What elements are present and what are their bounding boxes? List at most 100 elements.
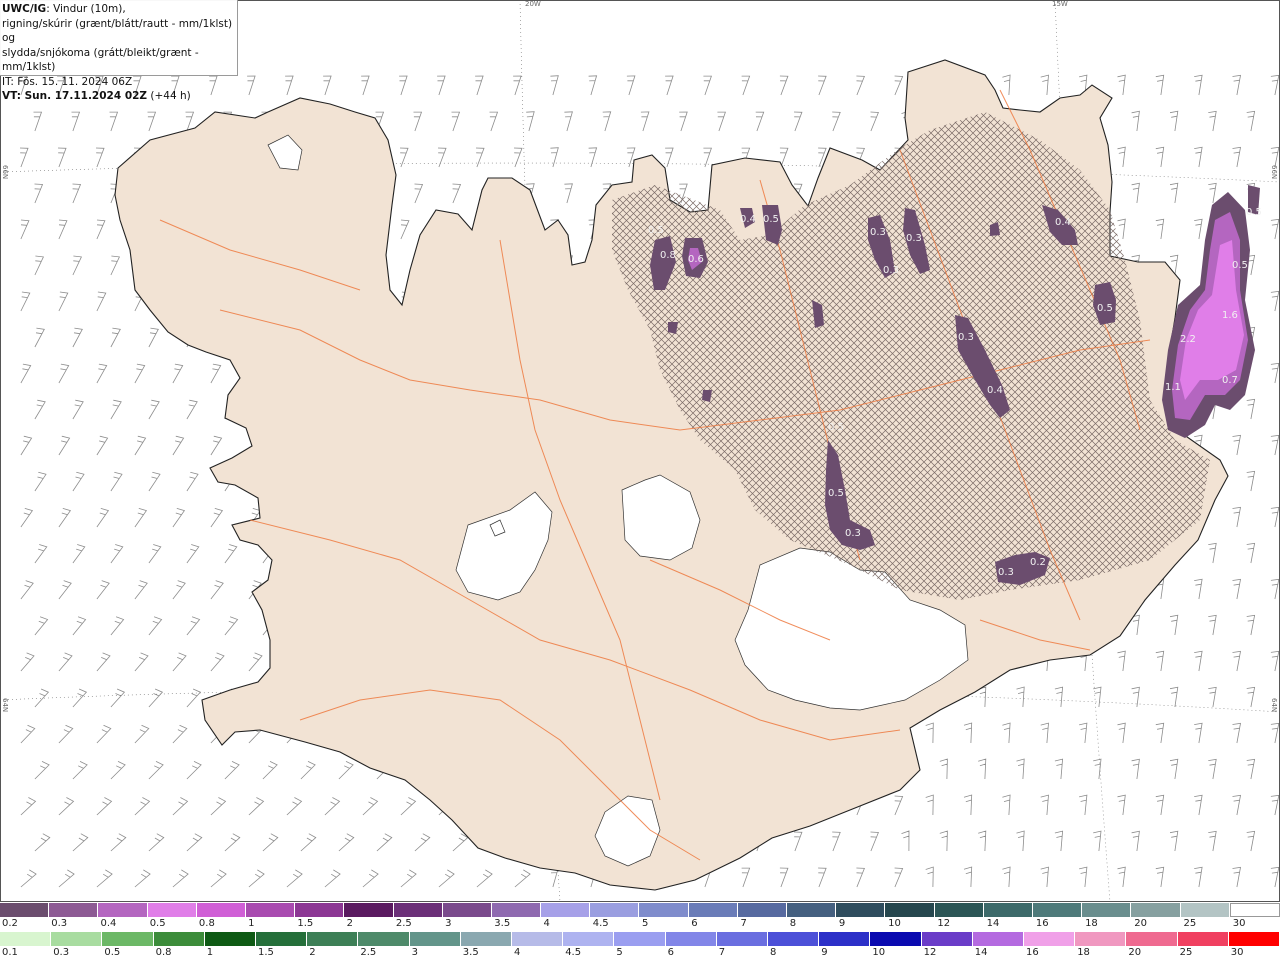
precip-value: 0.4 bbox=[1055, 217, 1071, 228]
info-valid-time: Sun. 17.11.2024 02Z bbox=[20, 90, 148, 102]
precip-value: 0.3 bbox=[906, 233, 922, 244]
precip-value: 0.3 bbox=[958, 332, 974, 343]
legend-swatch bbox=[460, 932, 513, 946]
legend-label: 18 bbox=[1077, 947, 1090, 958]
legend-rain-colorbar bbox=[0, 932, 1280, 946]
legend-swatch bbox=[541, 903, 591, 917]
legend-swatch bbox=[204, 932, 257, 946]
legend-swatch bbox=[921, 932, 973, 946]
info-init-time: IT: Fös. 15. 11. 2024 06Z bbox=[2, 75, 133, 88]
precip-value: 0.5 bbox=[1246, 207, 1262, 218]
legend-label: 6 bbox=[691, 918, 698, 929]
legend-swatch bbox=[716, 932, 769, 946]
legend-swatch bbox=[1032, 903, 1083, 917]
legend-swatch bbox=[870, 932, 922, 946]
legend-label: 2.5 bbox=[395, 918, 412, 929]
legend-swatch bbox=[307, 932, 359, 946]
info-description-3: slydda/snjókoma (grátt/bleikt/grænt - mm… bbox=[2, 46, 199, 74]
info-title: UWC/IG bbox=[2, 3, 47, 15]
info-description-1: : Vindur (10m), bbox=[46, 3, 126, 15]
legend-swatch bbox=[1024, 932, 1076, 946]
precip-value: 2.2 bbox=[1180, 334, 1196, 345]
legend-label: 5 bbox=[616, 947, 623, 958]
legend-label: 1.5 bbox=[297, 918, 314, 929]
legend-label: 4 bbox=[514, 947, 521, 958]
legend-label: 30 bbox=[1232, 918, 1246, 929]
precip-value: 0.4 bbox=[987, 385, 1003, 396]
grid-label-left-upper: 66N bbox=[1, 165, 9, 180]
precip-value: 1.1 bbox=[1165, 382, 1181, 393]
info-description-2: rigning/skúrir (grænt/blátt/rautt - mm/1… bbox=[2, 17, 233, 45]
legend-label: 0.5 bbox=[149, 918, 166, 929]
precip-value: 0.4 bbox=[740, 214, 756, 225]
legend-swatch bbox=[1075, 932, 1127, 946]
legend-swatch bbox=[196, 903, 246, 917]
legend-swatch bbox=[344, 903, 394, 917]
legend-label: 25 bbox=[1179, 947, 1193, 958]
info-valid-line: VT: Sun. 17.11.2024 02Z (+44 h) bbox=[2, 89, 237, 104]
legend-swatch bbox=[563, 932, 615, 946]
grid-label-left-lower: 64N bbox=[1, 698, 9, 713]
precip-value: 0.3 bbox=[845, 528, 861, 539]
legend-label: 30 bbox=[1230, 947, 1244, 958]
legend-swatch bbox=[409, 932, 461, 946]
legend-swatch bbox=[153, 932, 205, 946]
legend-swatch bbox=[147, 903, 197, 917]
legend-label: 0.4 bbox=[100, 918, 117, 929]
legend-swatch bbox=[491, 903, 542, 917]
legend-swatch bbox=[1126, 932, 1178, 946]
legend-label: 1 bbox=[248, 918, 255, 929]
legend-snow-labels: 0.2 0.3 0.4 0.5 0.8 1 1.5 2 2.5 3 3.5 4 4.5 5 6 7 8 9 10 12… bbox=[0, 918, 1280, 930]
grid-label-top-right: 15W bbox=[1052, 0, 1068, 8]
legend-label: 1 bbox=[206, 947, 214, 958]
precip-value: 0.5 bbox=[828, 488, 844, 499]
legend-label: 8 bbox=[770, 947, 777, 958]
legend-swatch bbox=[787, 903, 837, 917]
legend-label: 25 bbox=[1183, 918, 1197, 929]
legend-label: 2 bbox=[309, 947, 316, 958]
legend-label: 7 bbox=[740, 918, 747, 929]
legend-label: 4.5 bbox=[565, 947, 582, 958]
grid-label-top-left: 20W bbox=[525, 0, 541, 8]
legend-swatch bbox=[1082, 903, 1132, 917]
legend-swatch bbox=[639, 903, 689, 917]
legend-label: 9 bbox=[838, 918, 846, 929]
legend-label: 12 bbox=[923, 947, 937, 958]
legend-swatch bbox=[1180, 903, 1230, 917]
precip-value: 0.5 bbox=[763, 214, 779, 225]
legend-swatch bbox=[0, 932, 52, 946]
legend-swatch bbox=[98, 903, 148, 917]
precip-value: 0.7 bbox=[1222, 375, 1238, 386]
legend-swatch bbox=[295, 903, 345, 917]
info-valid-label: VT: bbox=[2, 90, 21, 102]
precip-value: 0.5 bbox=[648, 225, 664, 236]
precip-value: 0.2 bbox=[1030, 557, 1046, 568]
legend-swatch bbox=[393, 903, 443, 917]
legend-label: 16 bbox=[1026, 947, 1039, 958]
legend-label: 0.2 bbox=[2, 918, 18, 929]
legend-swatch bbox=[688, 903, 738, 917]
legend-label: 5 bbox=[642, 918, 649, 929]
info-title-line: UWC/IG: Vindur (10m), bbox=[2, 2, 237, 17]
weather-map: 0.5 0.8 0.6 0.4 0.5 0.3 0.3 0.3 0.4 0.5 … bbox=[0, 0, 1280, 902]
legend-label: 10 bbox=[872, 947, 886, 958]
legend-rain-labels: 0.1 0.3 0.5 0.8 1 1.5 2 2.5 3 3.5 4 4.5 5 6 7 8 9 10 12 14 1… bbox=[0, 947, 1280, 959]
legend-label: 14 bbox=[986, 918, 1000, 929]
legend-swatch bbox=[1131, 903, 1181, 917]
legend-swatch bbox=[972, 932, 1025, 946]
legend-label: 3 bbox=[411, 947, 418, 958]
legend-swatch bbox=[0, 903, 50, 917]
legend-label: 8 bbox=[789, 918, 797, 929]
legend-label: 0.8 bbox=[198, 918, 215, 929]
legend-swatch bbox=[1228, 932, 1280, 946]
legend-swatch bbox=[768, 932, 820, 946]
legend-label: 4 bbox=[543, 918, 550, 929]
legend-swatch bbox=[51, 932, 103, 946]
legend-label: 18 bbox=[1085, 918, 1098, 929]
legend-label: 0.1 bbox=[2, 947, 18, 958]
legend-swatch bbox=[885, 903, 935, 917]
legend-label: 2.5 bbox=[360, 947, 377, 958]
legend-snow-colorbar bbox=[0, 903, 1280, 917]
legend-swatch bbox=[819, 932, 871, 946]
legend-swatch bbox=[836, 903, 886, 917]
